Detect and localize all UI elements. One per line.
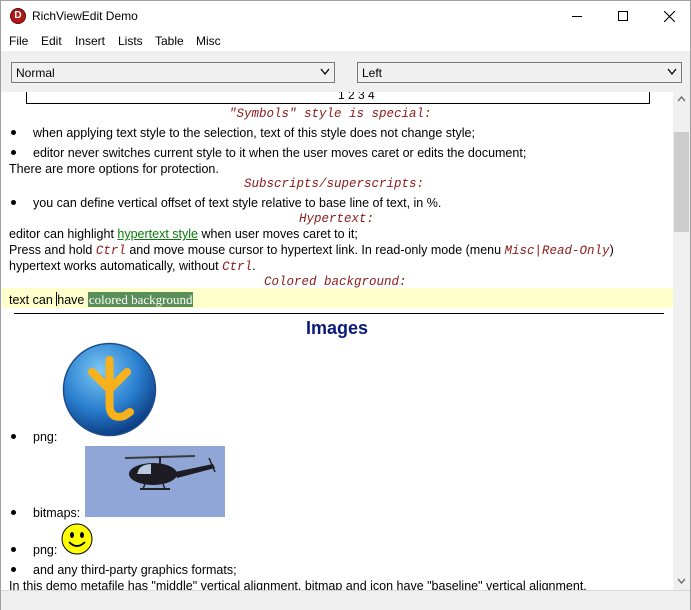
horizontal-rule (14, 313, 664, 314)
ctrl-key-label: Ctrl (222, 260, 253, 274)
auto-text-b: . (252, 259, 256, 273)
rich-text-editor[interactable]: 1 2 3 4 "Symbols" style is special: when… (2, 92, 673, 590)
hypertext-link[interactable]: hypertext style (117, 227, 198, 241)
app-icon[interactable]: D (10, 8, 26, 24)
bullet-marker (11, 434, 16, 439)
bullet-text-2: editor never switches current style to i… (33, 146, 527, 160)
any-formats-text: and any third-party graphics formats; (33, 563, 237, 577)
close-button[interactable] (646, 1, 691, 31)
press-text-c: ) (609, 243, 614, 257)
auto-text-a: hypertext works automatically, without (9, 259, 223, 273)
metafile-line: In this demo metafile has "middle" verti… (9, 579, 587, 590)
bullet-marker (11, 547, 16, 552)
app-window: D RichViewEdit Demo File Edit Insert Lis… (0, 0, 691, 610)
menu-lists[interactable]: Lists (118, 34, 143, 48)
smiley-icon[interactable] (61, 523, 93, 555)
chevron-down-icon (667, 68, 677, 76)
bullet-marker (11, 150, 16, 155)
bullet-text-3: you can define vertical offset of text s… (33, 196, 442, 210)
app-icon-letter: D (14, 10, 22, 21)
ctrl-key-label: Ctrl (95, 244, 126, 258)
highlight-text-b: when user moves caret to it; (198, 227, 358, 241)
minimize-button[interactable] (554, 1, 600, 31)
menu-misc[interactable]: Misc (196, 34, 221, 48)
png-label: png: (33, 430, 58, 444)
colored-background-line: text can have colored background (9, 292, 194, 308)
menu-edit[interactable]: Edit (41, 34, 62, 48)
maximize-button[interactable] (600, 1, 646, 31)
maximize-icon (618, 11, 628, 21)
images-title: Images (306, 318, 369, 338)
scrollbar-thumb[interactable] (674, 132, 689, 232)
logo-image[interactable] (62, 342, 157, 437)
highlight-line: editor can highlight hypertext style whe… (9, 227, 358, 241)
symbols-heading: "Symbols" style is special: (229, 107, 432, 121)
hypertext-heading: Hypertext: (299, 212, 375, 226)
table-numbers: 1 2 3 4 (338, 92, 375, 102)
minimize-icon (572, 16, 582, 17)
window-title: RichViewEdit Demo (32, 9, 138, 23)
bullet-text-1: when applying text style to the selectio… (33, 126, 475, 140)
menu-insert[interactable]: Insert (75, 34, 105, 48)
vertical-scrollbar[interactable] (673, 92, 690, 590)
colored-background-text: colored background (87, 292, 194, 307)
alignment-combobox[interactable]: Left (357, 62, 682, 83)
chevron-down-icon (320, 68, 330, 76)
menu-bar: File Edit Insert Lists Table Misc (1, 31, 690, 51)
alignment-combobox-value: Left (362, 66, 383, 80)
close-icon (664, 11, 675, 22)
bullet-marker (11, 567, 16, 572)
menu-path-label: Misc|Read-Only (504, 244, 610, 258)
scroll-down-icon[interactable] (677, 578, 686, 584)
auto-line: hypertext works automatically, without C… (9, 259, 256, 274)
bullet-marker (11, 130, 16, 135)
bullet-marker (11, 510, 16, 515)
protection-line: There are more options for protection. (9, 162, 219, 176)
scroll-up-icon[interactable] (677, 96, 686, 102)
style-combobox[interactable]: Normal (11, 62, 335, 83)
menu-table[interactable]: Table (155, 34, 184, 48)
colored-heading: Colored background: (264, 275, 407, 289)
title-bar[interactable]: D RichViewEdit Demo (1, 1, 690, 31)
highlight-text-a: editor can highlight (9, 227, 118, 241)
toolbar: Normal Left (1, 51, 690, 92)
helicopter-image[interactable] (85, 446, 225, 517)
menu-file[interactable]: File (9, 34, 28, 48)
cb-text-a: text can (9, 293, 57, 307)
press-line: Press and hold Ctrl and move mouse curso… (9, 243, 614, 258)
png-label-2: png: (33, 543, 58, 557)
style-combobox-value: Normal (16, 66, 55, 80)
cb-text-b: have (57, 293, 88, 307)
press-text-a: Press and hold (9, 243, 96, 257)
bullet-marker (11, 200, 16, 205)
bitmaps-label: bitmaps: (33, 506, 81, 520)
subsup-heading: Subscripts/superscripts: (244, 177, 425, 191)
press-text-b: and move mouse cursor to hypertext link.… (125, 243, 505, 257)
status-bar (1, 590, 690, 610)
